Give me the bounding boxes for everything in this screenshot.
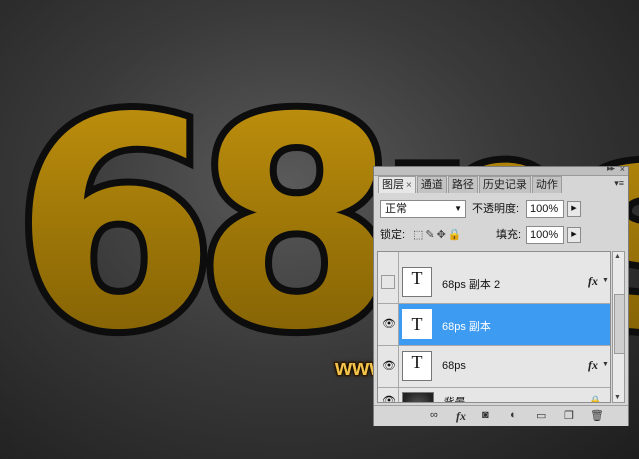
trash-icon[interactable]: 🗑	[590, 409, 604, 422]
layer-name[interactable]: 背景	[442, 394, 464, 402]
opacity-value: 100%	[530, 203, 559, 215]
layer-name[interactable]: 68ps 副本	[442, 318, 491, 334]
blend-mode-value: 正常	[385, 203, 407, 215]
eye-icon[interactable]: 👁	[382, 394, 396, 402]
visibility-cell[interactable]	[378, 262, 399, 303]
panel-bottom-toolbar: ∞ fx ◙ ◐ ▭ ❐ 🗑	[374, 405, 628, 426]
layer-name[interactable]: 68ps 副本 2	[442, 276, 500, 292]
blend-opacity-row: 正常 ▼ 不透明度: 100% ▶	[380, 200, 624, 220]
collapse-icon[interactable]: ▸▸	[607, 163, 615, 174]
fx-icon[interactable]: fx	[588, 274, 598, 289]
lock-pixels-icon[interactable]: ✎	[425, 229, 436, 241]
fill-label: 填充:	[496, 229, 522, 241]
opacity-input[interactable]: 100%	[526, 200, 564, 218]
tab-history[interactable]: 历史记录	[478, 176, 531, 193]
mask-icon[interactable]: ◙	[482, 409, 489, 421]
eye-icon[interactable]: 👁	[382, 359, 396, 372]
fx-icon[interactable]: fx	[588, 358, 598, 373]
fx-expand-icon[interactable]: ▼	[602, 361, 609, 368]
layers-scrollbar[interactable]: ▲ ▼	[612, 251, 625, 403]
dropdown-arrow-icon: ▼	[454, 204, 462, 213]
text-layer-thumbnail[interactable]: T	[402, 309, 432, 339]
tab-label: 历史记录	[482, 179, 527, 191]
fill-value: 100%	[530, 229, 559, 241]
visibility-cell[interactable]: 👁	[378, 346, 399, 387]
fx-expand-icon[interactable]: ▼	[602, 277, 609, 284]
lock-icon: 🔒	[589, 396, 602, 403]
layer-row[interactable]: T 68ps 副本 2 fx ▼	[378, 262, 610, 304]
fx-icon[interactable]: fx	[456, 409, 466, 424]
panel-title-bar[interactable]: ▸▸ ×	[374, 163, 628, 176]
panel-close-icon[interactable]: ×	[620, 164, 625, 174]
scroll-down-icon[interactable]: ▼	[614, 394, 621, 401]
tab-label: 图层	[382, 179, 404, 191]
layer-name[interactable]: 68ps	[442, 360, 466, 372]
layers-panel: ▸▸ × 图层 × 通道 路径 历史记录 动作 ▾≡ 正常 ▼ 不透明度: 100…	[373, 163, 629, 426]
new-layer-icon[interactable]: ❐	[564, 409, 574, 422]
lock-options[interactable]: ⬚✎✥🔒	[413, 228, 464, 241]
panel-tabs: 图层 × 通道 路径 历史记录 动作	[378, 176, 626, 193]
text-layer-thumbnail[interactable]: T	[402, 351, 432, 381]
tab-label: 路径	[451, 179, 474, 191]
tab-layers[interactable]: 图层 ×	[378, 176, 416, 193]
text-layer-thumbnail[interactable]: T	[402, 267, 432, 297]
lock-fill-row: 锁定: ⬚✎✥🔒 填充: 100% ▶	[380, 226, 624, 246]
tab-label: 通道	[420, 179, 443, 191]
visibility-cell[interactable]: 👁	[378, 304, 399, 345]
link-icon[interactable]: ∞	[430, 409, 438, 421]
scroll-up-icon[interactable]: ▲	[614, 253, 621, 260]
layers-list: T 68ps 副本 2 fx ▼ 👁 T 68ps 副本 👁 T 68ps fx…	[377, 251, 611, 403]
panel-menu-icon[interactable]: ▾≡	[614, 178, 624, 189]
fill-input[interactable]: 100%	[526, 226, 564, 244]
tab-close-icon[interactable]: ×	[406, 180, 412, 191]
lock-label: 锁定:	[380, 229, 406, 241]
adjustment-icon[interactable]: ◐	[510, 409, 517, 421]
scrollbar-thumb[interactable]	[614, 294, 625, 354]
tab-label: 动作	[535, 179, 558, 191]
fill-slider-button[interactable]: ▶	[567, 227, 581, 243]
visibility-toggle-off[interactable]	[381, 275, 395, 289]
background-thumbnail[interactable]	[402, 392, 434, 402]
lock-all-icon[interactable]: 🔒	[448, 229, 464, 241]
layer-row-background[interactable]: 👁 背景 🔒	[378, 388, 610, 403]
tab-channels[interactable]: 通道	[416, 176, 447, 193]
blend-mode-select[interactable]: 正常 ▼	[380, 200, 466, 218]
layer-row[interactable]: 👁 T 68ps fx ▼	[378, 346, 610, 388]
visibility-cell[interactable]	[378, 252, 399, 262]
eye-icon[interactable]: 👁	[382, 317, 396, 330]
tab-actions[interactable]: 动作	[531, 176, 562, 193]
opacity-label: 不透明度:	[472, 203, 520, 215]
opacity-slider-button[interactable]: ▶	[567, 201, 581, 217]
layer-row-selected[interactable]: 👁 T 68ps 副本	[378, 304, 610, 346]
lock-transparent-icon[interactable]: ⬚	[413, 229, 425, 241]
visibility-cell[interactable]: 👁	[378, 388, 399, 402]
tab-paths[interactable]: 路径	[447, 176, 478, 193]
folder-icon[interactable]: ▭	[536, 409, 546, 422]
lock-position-icon[interactable]: ✥	[437, 229, 448, 241]
